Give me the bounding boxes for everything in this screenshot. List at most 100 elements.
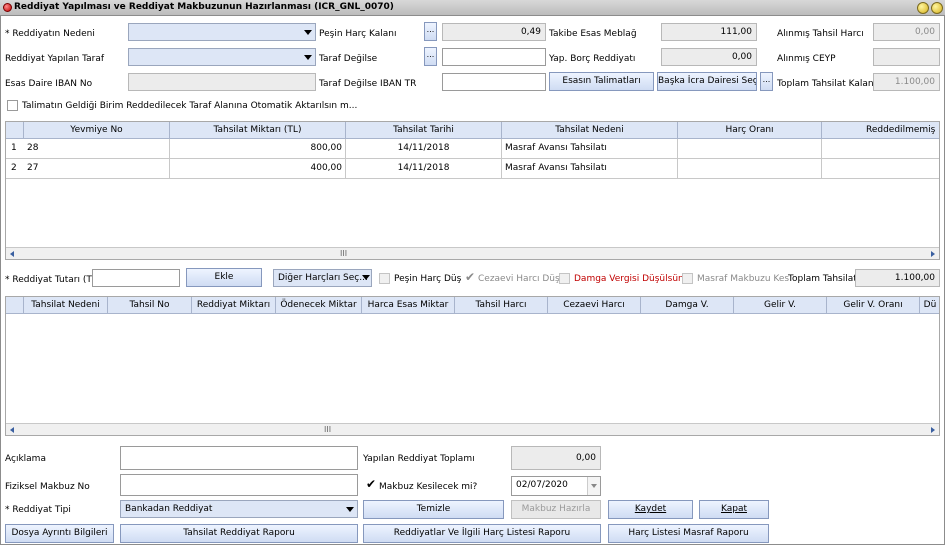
grid-corner-header [6, 297, 24, 314]
toplam-tahsilat-label: Toplam Tahsilat [788, 274, 857, 284]
reddiyat-tipi-combo[interactable]: Bankadan Reddiyat [120, 500, 358, 518]
alinmis-tahsil-harci-label: Alınmış Tahsil Harcı [777, 29, 864, 39]
title-bar[interactable]: Reddiyat Yapılması ve Reddiyat Makbuzunu… [0, 0, 945, 16]
taraf-degilse-iban-label: Taraf Değilse IBAN TR [319, 79, 417, 89]
tahsilat-grid[interactable]: Yevmiye No Tahsilat Miktarı (TL) Tahsila… [5, 121, 940, 260]
fiziksel-makbuz-label: Fiziksel Makbuz No [5, 482, 90, 492]
table-row[interactable]: 28 [24, 139, 170, 159]
maximize-icon[interactable] [931, 2, 943, 14]
taraf-degilse-iban-field[interactable] [442, 73, 546, 91]
pesin-harc-dus-checkbox[interactable] [379, 273, 390, 284]
scroll-right-icon[interactable] [931, 251, 935, 257]
reddiyat-nedeni-label: * Reddiyatın Nedeni [5, 29, 95, 39]
col-tahsilat-nedeni[interactable]: Tahsilat Nedeni [24, 297, 108, 314]
fiziksel-makbuz-input[interactable] [120, 474, 358, 496]
chevron-down-icon [304, 30, 312, 35]
ekle-button[interactable]: Ekle [186, 268, 262, 287]
talimat-checkbox-label: Talimatın Geldiği Birim Reddedilecek Tar… [22, 101, 358, 111]
row-index: 1 [6, 139, 24, 159]
col-harc-orani[interactable]: Harç Oranı [678, 122, 822, 139]
scroll-left-icon[interactable] [10, 251, 14, 257]
col-tahsil-no[interactable]: Tahsil No [108, 297, 192, 314]
col-reddiyat-miktari[interactable]: Reddiyat Miktarı [192, 297, 276, 314]
taraf-degilse-label: Taraf Değilse [319, 54, 378, 64]
table-cell[interactable] [822, 139, 939, 159]
scroll-right-icon[interactable] [931, 427, 935, 433]
reddiyat-yapilan-taraf-label: Reddiyat Yapılan Taraf [5, 54, 105, 64]
table-cell[interactable]: 800,00 [170, 139, 346, 159]
esasin-talimatlari-button[interactable]: Esasın Talimatları [549, 72, 654, 91]
kapat-button[interactable]: Kapat [699, 500, 769, 519]
col-tahsilat-miktari[interactable]: Tahsilat Miktarı (TL) [170, 122, 346, 139]
esas-daire-iban-label: Esas Daire IBAN No [5, 79, 93, 89]
col-damga-v[interactable]: Damga V. [641, 297, 734, 314]
table-cell[interactable]: 14/11/2018 [346, 139, 502, 159]
pesin-harc-ellipsis-button[interactable]: ... [424, 22, 437, 41]
scroll-grip[interactable]: III [324, 426, 331, 434]
dosya-ayrinti-button[interactable]: Dosya Ayrıntı Bilgileri [5, 524, 114, 543]
col-gelir-v[interactable]: Gelir V. [734, 297, 827, 314]
makbuz-hazirla-button[interactable]: Makbuz Hazırla [511, 500, 601, 519]
reddiyat-tutari-label: * Reddiyat Tutarı (TL) [5, 275, 101, 285]
cezaevi-harci-dus-label: Cezaevi Harcı Düş [478, 274, 560, 284]
toplam-tahsilat-field: 1.100,00 [855, 269, 940, 287]
app-icon [3, 3, 12, 12]
reddiyat-tipi-label: * Reddiyat Tipi [5, 505, 71, 515]
yapilan-reddiyat-toplami-label: Yapılan Reddiyat Toplamı [363, 454, 475, 464]
alinmis-ceyp-field [873, 48, 940, 66]
scroll-grip[interactable]: III [340, 250, 347, 258]
reddiyat-nedeni-combo[interactable] [128, 23, 316, 41]
table-row[interactable]: 27 [24, 159, 170, 179]
tahsilat-reddiyat-raporu-button[interactable]: Tahsilat Reddiyat Raporu [120, 524, 358, 543]
masraf-makbuzu-checkbox[interactable] [682, 273, 693, 284]
chevron-down-icon [304, 55, 312, 60]
minimize-icon[interactable] [917, 2, 929, 14]
col-harca-esas-miktar[interactable]: Harca Esas Miktar [362, 297, 455, 314]
col-reddedilmemis[interactable]: Reddedilmemiş M [822, 122, 939, 139]
toplam-tahsilat-kalani-field: 1.100,00 [873, 73, 940, 91]
check-icon: ✔ [465, 270, 476, 284]
taraf-degilse-ellipsis-button[interactable]: ... [424, 47, 437, 66]
aciklama-input[interactable] [120, 446, 358, 470]
diger-harclari-sec-combo[interactable]: Diğer Harçları Seç... [273, 269, 372, 287]
reddiyatlar-harc-listesi-button[interactable]: Reddiyatlar Ve İlgili Harç Listesi Rapor… [363, 524, 601, 543]
col-tahsil-harci[interactable]: Tahsil Harcı [455, 297, 548, 314]
col-odenecek-miktar[interactable]: Ödenecek Miktar [276, 297, 362, 314]
taraf-degilse-field[interactable] [442, 48, 546, 66]
reddiyat-tutari-input[interactable] [92, 269, 180, 287]
reddiyat-grid[interactable]: Tahsilat Nedeni Tahsil No Reddiyat Mikta… [5, 296, 940, 436]
temizle-button[interactable]: Temizle [363, 500, 504, 519]
col-tahsilat-nedeni[interactable]: Tahsilat Nedeni [502, 122, 678, 139]
harc-listesi-masraf-button[interactable]: Harç Listesi Masraf Raporu [608, 524, 769, 543]
table-cell[interactable]: 400,00 [170, 159, 346, 179]
chevron-down-icon [346, 507, 354, 512]
table-cell[interactable]: Masraf Avansı Tahsilatı [502, 159, 678, 179]
check-icon: ✔ [366, 477, 377, 491]
table-cell[interactable] [822, 159, 939, 179]
table-cell[interactable] [678, 159, 822, 179]
damga-vergisi-checkbox[interactable] [559, 273, 570, 284]
table-cell[interactable] [678, 139, 822, 159]
col-yevmiye-no[interactable]: Yevmiye No [24, 122, 170, 139]
masraf-makbuzu-label: Masraf Makbuzu Kes [697, 274, 790, 284]
pesin-harc-dus-label: Peşin Harç Düş [394, 274, 462, 284]
table-cell[interactable]: 14/11/2018 [346, 159, 502, 179]
esas-daire-iban-field [128, 73, 316, 91]
grid-corner-header [6, 122, 24, 139]
col-tahsilat-tarihi[interactable]: Tahsilat Tarihi [346, 122, 502, 139]
col-cezaevi-harci[interactable]: Cezaevi Harcı [548, 297, 641, 314]
talimat-checkbox[interactable] [7, 100, 18, 111]
horizontal-scrollbar[interactable]: III [6, 423, 939, 435]
reddiyat-yapilan-taraf-combo[interactable] [128, 48, 316, 66]
makbuz-kesilecek-label[interactable]: Makbuz Kesilecek mi? [379, 481, 477, 493]
table-cell[interactable]: Masraf Avansı Tahsilatı [502, 139, 678, 159]
col-dusum[interactable]: Dü [920, 297, 939, 314]
kaydet-button[interactable]: Kaydet [608, 500, 693, 519]
window-title: Reddiyat Yapılması ve Reddiyat Makbuzunu… [14, 2, 394, 12]
date-dropdown[interactable] [587, 477, 600, 495]
col-gelir-v-orani[interactable]: Gelir V. Oranı [827, 297, 920, 314]
scroll-left-icon[interactable] [10, 427, 14, 433]
baska-icra-dairesi-button[interactable]: Başka İcra Dairesi Seç [657, 72, 757, 91]
baska-icra-ellipsis-button[interactable]: ... [760, 72, 773, 91]
horizontal-scrollbar[interactable]: III [6, 247, 939, 259]
